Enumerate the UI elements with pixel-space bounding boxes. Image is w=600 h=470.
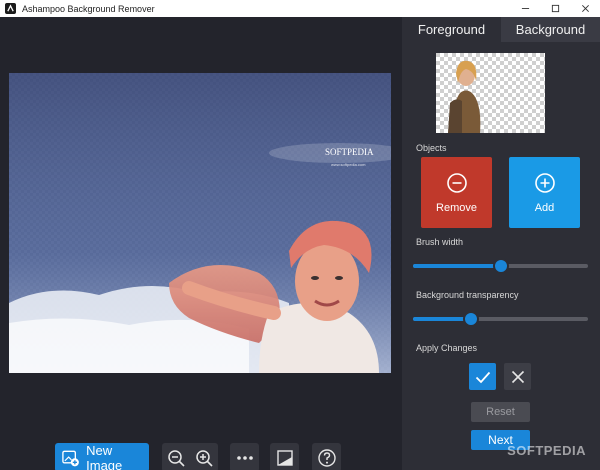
side-panel: Foreground Background Objects Remove Add… (402, 17, 600, 470)
brush-width-thumb[interactable] (492, 258, 509, 274)
remove-label: Remove (436, 201, 477, 214)
close-x-icon (511, 370, 524, 383)
image-canvas[interactable]: SOFTPEDIA www.softpedia.com (9, 73, 391, 373)
maximize-icon[interactable] (540, 0, 570, 17)
zoom-out-icon[interactable] (166, 448, 186, 468)
help-button[interactable] (312, 443, 341, 470)
more-button[interactable] (230, 443, 259, 470)
window-title: Ashampoo Background Remover (22, 3, 155, 14)
zoom-in-icon[interactable] (194, 448, 214, 468)
brush-width-label: Brush width (416, 237, 464, 247)
close-icon[interactable] (570, 0, 600, 17)
add-label: Add (534, 201, 555, 214)
checkmark-icon (475, 371, 490, 383)
minus-circle-icon (446, 172, 467, 193)
bg-transparency-label: Background transparency (416, 290, 519, 300)
app-logo-icon (5, 3, 16, 14)
bg-transparency-slider[interactable] (413, 311, 588, 327)
zoom-group (162, 443, 218, 470)
canvas-watermark-text: SOFTPEDIA (325, 147, 374, 157)
canvas-watermark-subtext: www.softpedia.com (331, 162, 366, 167)
main-workspace: SOFTPEDIA www.softpedia.com New Image (0, 17, 402, 470)
reset-button[interactable]: Reset (471, 402, 530, 422)
objects-label: Objects (416, 143, 447, 153)
tab-bar: Foreground Background (402, 17, 600, 42)
image-add-icon (62, 450, 79, 466)
new-image-button[interactable]: New Image (55, 443, 149, 470)
brush-width-slider[interactable] (413, 258, 588, 274)
help-icon (317, 448, 336, 467)
apply-changes-label: Apply Changes (416, 343, 478, 353)
minimize-icon[interactable] (510, 0, 540, 17)
add-button[interactable]: Add (509, 157, 580, 228)
apply-cancel-button[interactable] (504, 363, 531, 390)
plus-circle-icon (534, 172, 555, 193)
more-icon (236, 455, 253, 460)
compare-icon (276, 449, 293, 466)
tab-background[interactable]: Background (501, 17, 600, 42)
apply-confirm-button[interactable] (469, 363, 496, 390)
softpedia-watermark: SOFTPEDIA (507, 443, 586, 458)
bg-transparency-thumb[interactable] (462, 311, 479, 327)
remove-button[interactable]: Remove (421, 157, 492, 228)
new-image-label: New Image (86, 442, 123, 470)
bottom-toolbar: New Image (0, 425, 402, 470)
title-bar: Ashampoo Background Remover (0, 0, 600, 17)
compare-button[interactable] (270, 443, 299, 470)
tab-foreground[interactable]: Foreground (402, 17, 501, 42)
foreground-preview (436, 53, 545, 133)
